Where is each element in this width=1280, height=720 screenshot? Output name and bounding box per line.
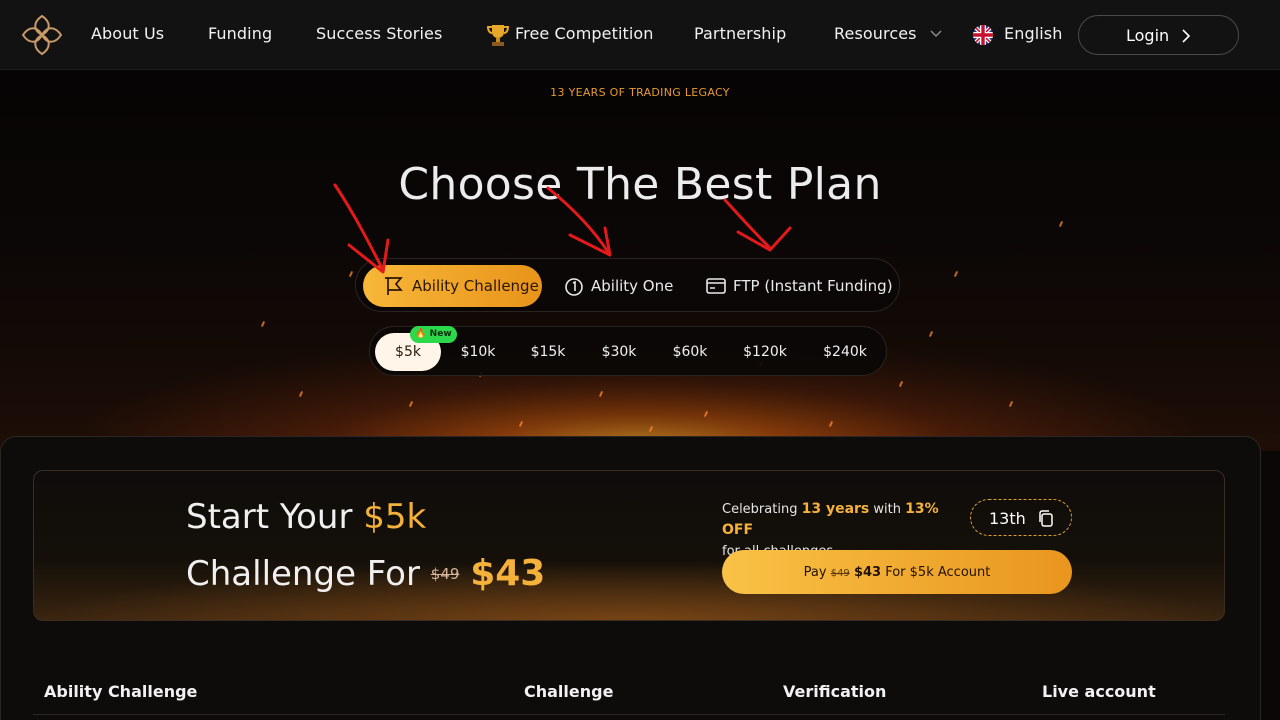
new-badge: 🔥 New [410, 326, 457, 343]
new-price: $43 [470, 553, 546, 594]
uk-flag-icon [973, 25, 993, 45]
size-tab-30k[interactable]: $30k [589, 333, 649, 371]
promo-account-size: $5k [363, 497, 427, 537]
medal-icon [565, 278, 583, 296]
tab-label: FTP (Instant Funding) [733, 277, 893, 295]
legacy-tagline: 13 YEARS OF TRADING LEGACY [550, 86, 730, 99]
table-header-ability-challenge: Ability Challenge [44, 682, 198, 701]
promo-headline-1: Start Your $5k [186, 497, 427, 537]
table-header-verification: Verification [783, 682, 887, 701]
promo-code-box[interactable]: 13th [970, 499, 1072, 536]
tab-label: Ability Challenge [412, 277, 539, 295]
flag-icon [385, 277, 403, 295]
tab-label: Ability One [591, 277, 674, 295]
hero-section: 13 YEARS OF TRADING LEGACY Choose The Be… [0, 71, 1280, 451]
size-tab-10k[interactable]: $10k [448, 333, 508, 371]
trophy-icon [487, 25, 509, 46]
chevron-right-icon [1182, 29, 1191, 43]
nav-free-competition[interactable]: Free Competition [515, 24, 654, 43]
pay-button[interactable]: Pay $49 $43 For $5k Account [722, 550, 1072, 594]
login-label: Login [1126, 26, 1170, 45]
page-title: Choose The Best Plan [398, 159, 882, 210]
nav-resources[interactable]: Resources [834, 24, 917, 43]
nav-funding[interactable]: Funding [208, 24, 272, 43]
promo-headline-2: Challenge For $49 $43 [186, 553, 546, 594]
top-navbar: About Us Funding Success Stories Free Co… [0, 0, 1280, 70]
wallet-icon [706, 278, 726, 294]
promo-code: 13th [989, 509, 1026, 528]
table-divider [33, 714, 1225, 715]
plan-tabs: Ability Challenge Ability One FTP (Insta… [355, 258, 900, 312]
size-tab-120k[interactable]: $120k [730, 333, 800, 371]
login-button[interactable]: Login [1078, 15, 1239, 55]
brand-logo[interactable] [19, 12, 65, 58]
table-header-live-account: Live account [1042, 682, 1156, 701]
size-tab-240k[interactable]: $240k [810, 333, 880, 371]
tab-ftp-instant-funding[interactable]: FTP (Instant Funding) [694, 265, 894, 307]
nav-success-stories[interactable]: Success Stories [316, 24, 442, 43]
nav-partnership[interactable]: Partnership [694, 24, 786, 43]
copy-icon[interactable] [1038, 510, 1054, 528]
promo-banner [33, 470, 1225, 621]
tab-ability-challenge[interactable]: Ability Challenge [363, 265, 542, 307]
table-header-challenge: Challenge [524, 682, 614, 701]
chevron-down-icon[interactable] [929, 29, 943, 39]
size-tab-15k[interactable]: $15k [518, 333, 578, 371]
old-price: $49 [430, 565, 460, 583]
size-tab-60k[interactable]: $60k [660, 333, 720, 371]
language-selector[interactable]: English [1004, 24, 1062, 43]
tab-ability-one[interactable]: Ability One [552, 265, 682, 307]
nav-about-us[interactable]: About Us [91, 24, 164, 43]
